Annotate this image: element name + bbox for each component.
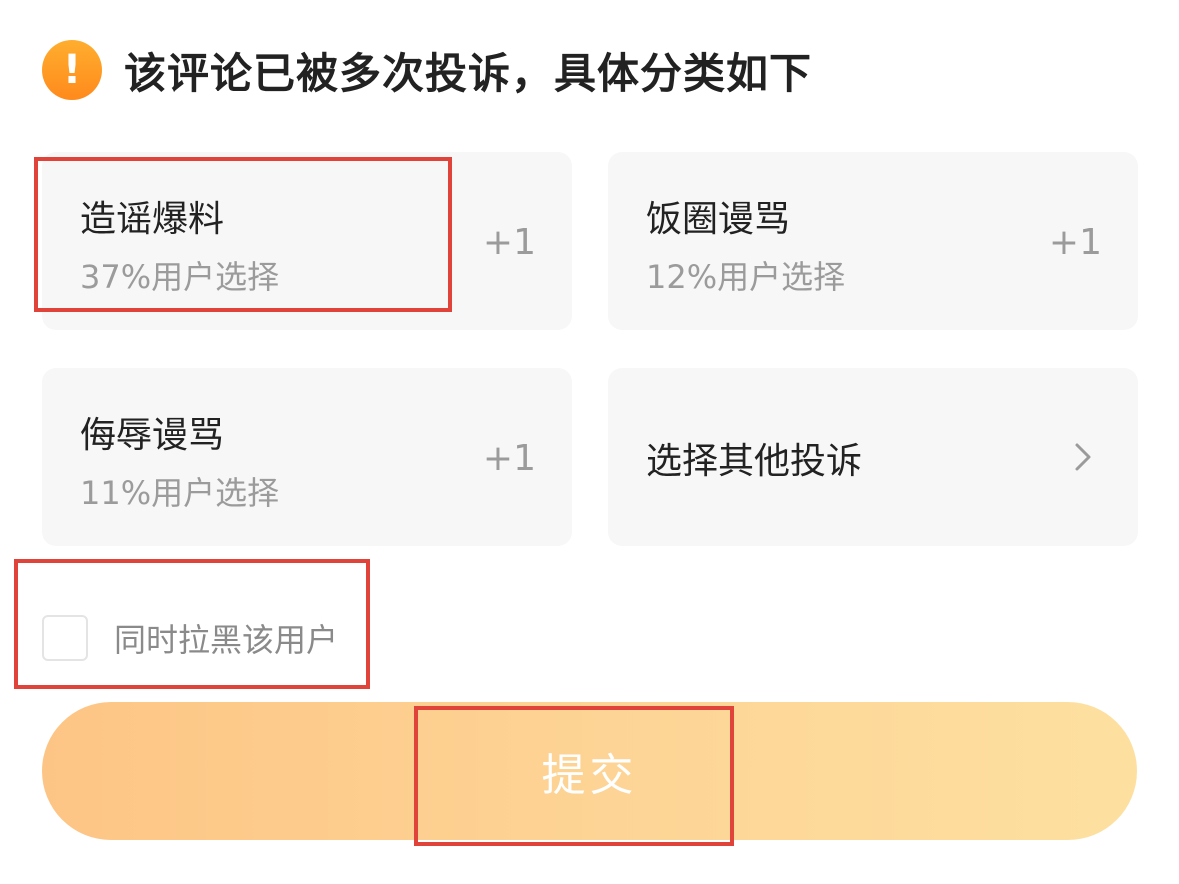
option-card-rumor[interactable]: 造谣爆料 37%用户选择 +1 <box>42 152 572 330</box>
option-card-insult[interactable]: 侮辱谩骂 11%用户选择 +1 <box>42 368 572 546</box>
plus-one-button[interactable]: +1 <box>483 222 536 263</box>
option-card-other[interactable]: 选择其他投诉 <box>608 368 1138 546</box>
option-percent: 11%用户选择 <box>80 474 280 512</box>
option-card-fandom-abuse[interactable]: 饭圈谩骂 12%用户选择 +1 <box>608 152 1138 330</box>
dialog-title: 该评论已被多次投诉，具体分类如下 <box>124 48 813 98</box>
warning-icon-glyph: ! <box>62 47 82 93</box>
other-option-label: 选择其他投诉 <box>646 441 863 482</box>
submit-label: 提交 <box>541 750 638 801</box>
option-label: 饭圈谩骂 <box>646 199 791 240</box>
complaint-dialog: ! 该评论已被多次投诉，具体分类如下 造谣爆料 37%用户选择 +1 饭圈谩骂 … <box>0 0 1179 884</box>
warning-icon: ! <box>42 40 102 100</box>
option-percent: 12%用户选择 <box>646 258 846 296</box>
plus-one-button[interactable]: +1 <box>1049 222 1102 263</box>
option-label: 造谣爆料 <box>80 199 225 240</box>
block-user-checkbox[interactable] <box>42 615 88 661</box>
dialog-header: ! 该评论已被多次投诉，具体分类如下 <box>42 38 812 102</box>
option-label: 侮辱谩骂 <box>80 415 225 456</box>
plus-one-button[interactable]: +1 <box>483 438 536 479</box>
block-user-label: 同时拉黑该用户 <box>114 621 339 659</box>
block-user-row[interactable]: 同时拉黑该用户 <box>42 612 338 664</box>
option-percent: 37%用户选择 <box>80 258 280 296</box>
submit-button[interactable]: 提交 <box>42 702 1137 840</box>
chevron-right-icon <box>1075 443 1091 471</box>
